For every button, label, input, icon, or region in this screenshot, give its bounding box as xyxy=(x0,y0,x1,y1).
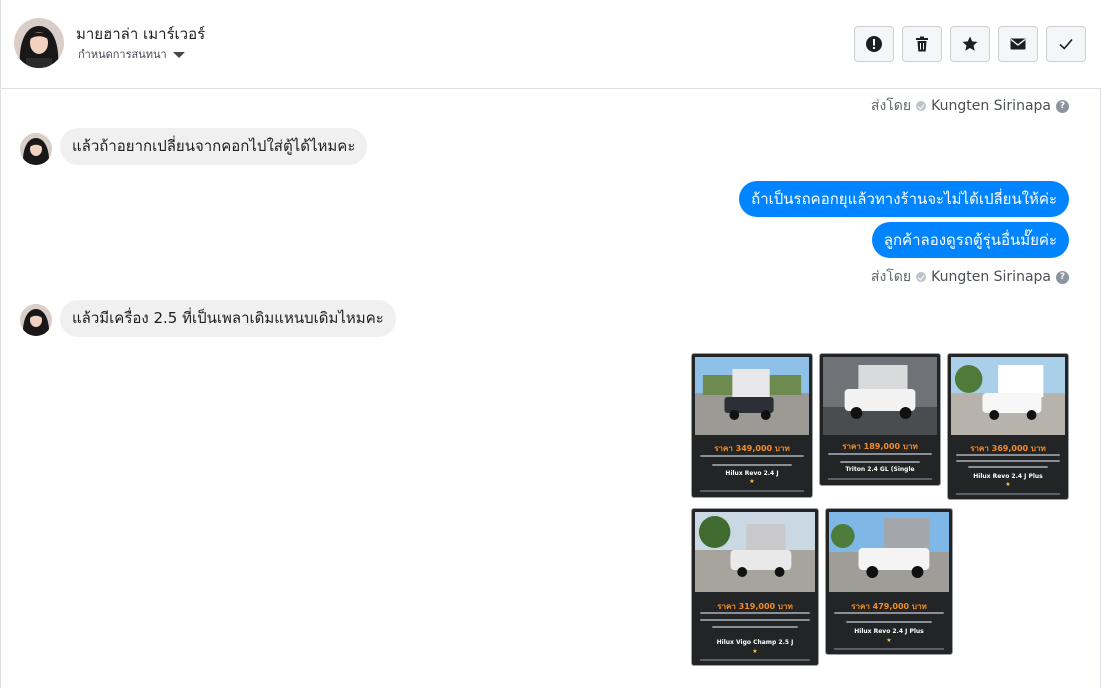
info-line xyxy=(834,612,944,614)
verified-icon xyxy=(916,272,927,282)
star-button[interactable] xyxy=(950,26,990,62)
sent-by-label: ส่งโดย xyxy=(870,98,912,114)
info-line xyxy=(968,466,1048,468)
done-button[interactable] xyxy=(1046,26,1086,62)
info-line xyxy=(834,648,944,650)
info-line xyxy=(956,493,1060,495)
info-line xyxy=(846,621,932,623)
star-icon xyxy=(962,36,978,51)
info-line xyxy=(700,612,810,614)
mail-button[interactable] xyxy=(998,26,1038,62)
contact-avatar-small[interactable] xyxy=(20,304,52,336)
car-model: Hilux Revo 2.4 J xyxy=(725,470,779,477)
contact-avatar-small[interactable] xyxy=(20,133,52,165)
car-photo xyxy=(829,512,949,592)
info-line xyxy=(840,461,920,463)
outgoing-message[interactable]: ถ้าเป็นรถคอกยุแล้วทางร้านจะไม่ได้เปลี่ยน… xyxy=(739,181,1069,217)
envelope-icon xyxy=(1010,38,1026,50)
delete-button[interactable] xyxy=(902,26,942,62)
car-photo xyxy=(823,357,937,435)
car-photo xyxy=(695,512,815,592)
info-line xyxy=(700,619,810,621)
info-line xyxy=(956,454,1060,456)
info-line xyxy=(700,659,810,661)
info-line xyxy=(700,490,804,492)
info-line xyxy=(712,464,792,466)
sender-name[interactable]: Kungten Sirinapa xyxy=(931,98,1051,114)
caret-down-icon xyxy=(172,52,185,58)
trash-icon xyxy=(916,36,928,52)
contact-name: มายฮาล่า เมาร์เวอร์ xyxy=(76,25,206,43)
contact-avatar[interactable] xyxy=(14,18,64,68)
help-icon[interactable]: ? xyxy=(1056,99,1069,113)
sent-by-label: ส่งโดย xyxy=(870,269,912,285)
verified-icon xyxy=(916,101,927,111)
info-line xyxy=(700,455,804,457)
outgoing-message[interactable]: ลูกค้าลองดูรถตู้รุ่นอื่นมั๊ยค่ะ xyxy=(871,222,1069,258)
star-icon: ★ xyxy=(886,637,892,644)
car-listing-image[interactable]: ราคา 319,000 บาท Hilux Vigo Champ 2.5 J … xyxy=(691,508,819,666)
conversation-panel: มายฮาล่า เมาร์เวอร์ กำหนดการสนทนา ส่งโดย… xyxy=(0,0,1101,688)
car-listing-image[interactable]: ราคา 349,000 บาท Hilux Revo 2.4 J ★ xyxy=(691,353,813,498)
info-line xyxy=(956,460,1060,462)
car-price: ราคา 189,000 บาท xyxy=(842,442,918,451)
header-actions xyxy=(854,26,1086,62)
car-photo xyxy=(695,357,809,435)
car-model: Triton 2.4 GL (Single xyxy=(845,466,915,473)
car-model: Hilux Revo 2.4 J Plus xyxy=(973,473,1043,480)
assign-label: กำหนดการสนทนา xyxy=(78,48,167,61)
star-icon: ★ xyxy=(749,478,755,485)
sender-name[interactable]: Kungten Sirinapa xyxy=(931,269,1051,285)
star-icon: ★ xyxy=(752,648,758,655)
report-button[interactable] xyxy=(854,26,894,62)
incoming-message[interactable]: แล้วมีเครื่อง 2.5 ที่เป็นเพลาเดิมแหนบเดิ… xyxy=(60,300,396,337)
exclamation-icon xyxy=(866,36,882,52)
sent-by-row: ส่งโดย Kungten Sirinapa ? xyxy=(871,266,1069,288)
incoming-message[interactable]: แล้วถ้าอยากเปลี่ยนจากคอกไปใส่ตู้ได้ไหมคะ xyxy=(60,128,368,165)
conversation-header: มายฮาล่า เมาร์เวอร์ กำหนดการสนทนา xyxy=(1,0,1101,89)
assign-conversation-dropdown[interactable]: กำหนดการสนทนา xyxy=(78,45,185,63)
car-model: Hilux Vigo Champ 2.5 J xyxy=(716,639,794,646)
car-model: Hilux Revo 2.4 J Plus xyxy=(854,628,924,635)
car-listing-image[interactable]: ราคา 369,000 บาท Hilux Revo 2.4 J Plus ★ xyxy=(947,353,1069,500)
check-icon xyxy=(1059,38,1073,50)
info-line xyxy=(828,478,932,480)
sent-by-row: ส่งโดย Kungten Sirinapa ? xyxy=(871,95,1069,117)
car-photo xyxy=(951,357,1065,435)
car-listing-image[interactable]: ราคา 479,000 บาท Hilux Revo 2.4 J Plus ★ xyxy=(825,508,953,655)
info-line xyxy=(712,626,798,628)
car-listing-image[interactable]: ราคา 189,000 บาท Triton 2.4 GL (Single xyxy=(819,353,941,486)
star-icon: ★ xyxy=(1005,481,1011,488)
info-line xyxy=(828,453,932,455)
help-icon[interactable]: ? xyxy=(1056,270,1069,284)
car-price: ราคา 349,000 บาท xyxy=(714,444,790,453)
